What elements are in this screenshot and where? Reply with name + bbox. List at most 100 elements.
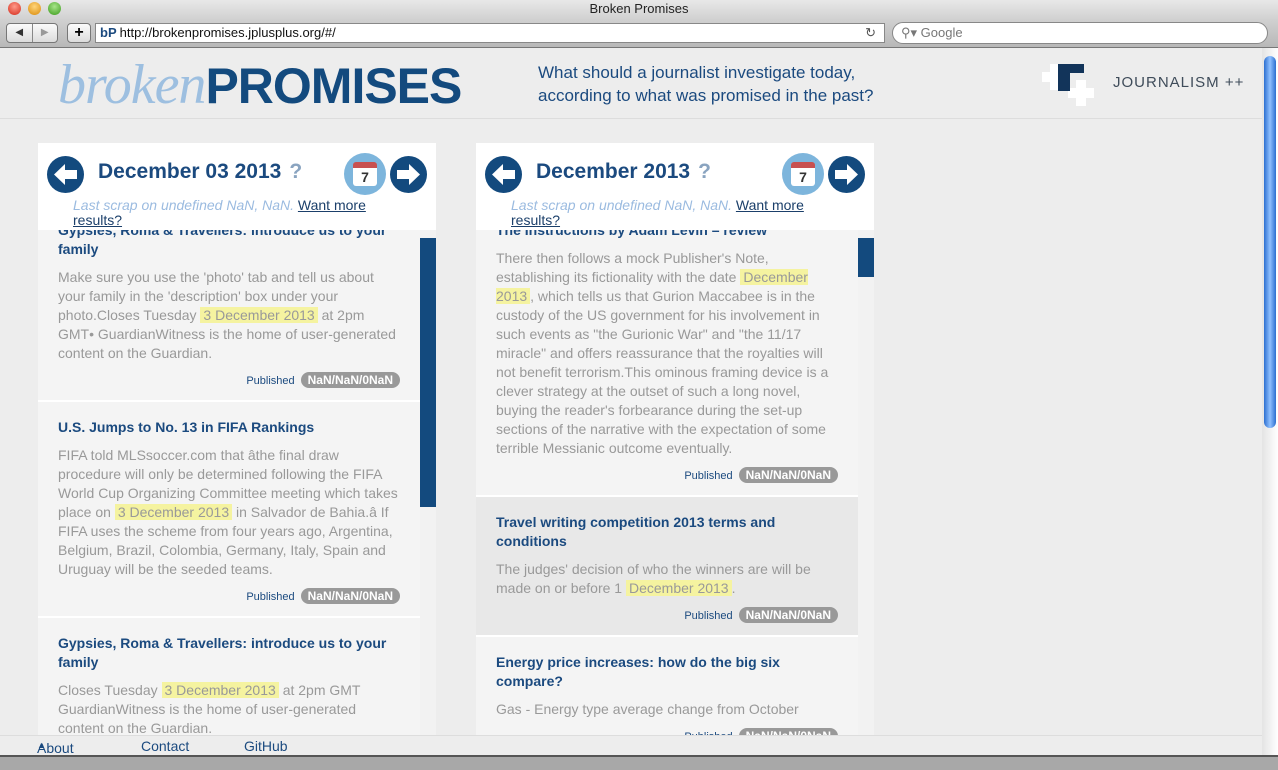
journalism-plus-plus-logo-icon[interactable] [1042, 64, 1094, 106]
published-label: Published [246, 591, 295, 603]
snippet-before: Gas - Energy type average change from Oc… [496, 701, 799, 717]
arrow-right-icon [397, 164, 420, 185]
site-logo[interactable]: brokenPROMISES [58, 54, 462, 116]
forward-button[interactable]: ▶ [31, 24, 58, 42]
search-input[interactable]: ⚲▾ Google [892, 22, 1268, 44]
result-snippet: There then follows a mock Publisher's No… [496, 249, 838, 458]
previous-day-button[interactable] [47, 156, 84, 193]
column-date-title: December 03 2013? [98, 160, 302, 184]
published-date-badge: NaN/NaN/0NaN [300, 372, 400, 388]
result-title[interactable]: Travel writing competition 2013 terms an… [496, 513, 838, 551]
next-day-button[interactable] [390, 156, 427, 193]
page-scrollbar[interactable] [1262, 48, 1278, 755]
results-list[interactable]: Gypsies, Roma & Travellers: introduce us… [38, 230, 420, 735]
result-title[interactable]: Gypsies, Roma & Travellers: introduce us… [58, 230, 400, 259]
published-label: Published [246, 375, 295, 387]
snippet-after: , which tells us that Gurion Maccabee is… [496, 288, 829, 456]
scrollbar-thumb[interactable] [858, 238, 874, 277]
result-item[interactable]: U.S. Jumps to No. 13 in FIFA Rankings FI… [38, 402, 420, 618]
column-header: December 2013? 7 Last scrap on undefined… [476, 143, 874, 230]
published-info: PublishedNaN/NaN/0NaN [496, 728, 838, 735]
snippet-before: There then follows a mock Publisher's No… [496, 250, 769, 285]
browser-toolbar: ◀ ▶ + bP http://brokenpromises.jplusplus.o… [0, 20, 1278, 48]
result-title[interactable]: Energy price increases: how do the big s… [496, 653, 838, 691]
calendar-button[interactable]: 7 [344, 153, 386, 195]
date-highlight: 3 December 2013 [114, 504, 233, 520]
arrow-left-icon [54, 164, 77, 185]
published-date-badge: NaN/NaN/0NaN [738, 728, 838, 735]
published-info: Published NaN/NaN/0NaN [496, 467, 838, 483]
result-snippet: FIFA told MLSsoccer.com that âthe final … [58, 446, 400, 579]
logo-bold: PROMISES [205, 58, 462, 114]
result-item[interactable]: Energy price increases: how do the big s… [476, 637, 858, 735]
add-bookmark-button[interactable]: + [67, 23, 91, 43]
result-snippet: The judges' decision of who the winners … [496, 560, 838, 598]
date-highlight: December 2013 [625, 580, 732, 596]
published-info: Published NaN/NaN/0NaN [496, 607, 838, 623]
list-scrollbar[interactable] [858, 230, 874, 735]
published-date-badge: NaN/NaN/0NaN [738, 467, 838, 483]
calendar-icon: 7 [353, 162, 377, 186]
last-scrap-info: Last scrap on undefined NaN, NaN. Want m… [73, 198, 403, 228]
zoom-window-button[interactable] [48, 2, 61, 15]
result-item[interactable]: Gypsies, Roma & Travellers: introduce us… [38, 230, 420, 402]
calendar-icon: 7 [791, 162, 815, 186]
browser-status-bar [0, 755, 1278, 770]
next-month-button[interactable] [828, 156, 865, 193]
published-label: Published [684, 470, 733, 482]
snippet-before: Closes Tuesday [58, 682, 158, 698]
last-scrap-info: Last scrap on undefined NaN, NaN. Want m… [511, 198, 841, 228]
partner-name[interactable]: JOURNALISM ++ [1113, 74, 1244, 91]
help-icon[interactable]: ? [289, 160, 302, 183]
result-item[interactable]: The Instructions by Adam Levin – review … [476, 230, 858, 497]
snippet-after: . [731, 580, 736, 596]
published-info: Published NaN/NaN/0NaN [58, 372, 400, 388]
result-item[interactable]: Travel writing competition 2013 terms an… [476, 497, 858, 637]
arrow-left-icon [492, 164, 515, 185]
tagline-line2: according to what was promised in the pa… [538, 86, 874, 105]
scrap-text: Last scrap on undefined NaN, NaN. [73, 197, 295, 213]
published-info: Published NaN/NaN/0NaN [58, 588, 400, 604]
logo-light: broken [58, 54, 206, 116]
scrollbar-thumb[interactable] [420, 238, 436, 507]
help-icon[interactable]: ? [698, 160, 711, 183]
date-highlight: 3 December 2013 [161, 682, 279, 698]
column-header: December 03 2013? 7 Last scrap on undefi… [38, 143, 436, 230]
window-titlebar: Broken Promises [0, 0, 1278, 20]
list-scrollbar[interactable] [420, 230, 436, 735]
result-title[interactable]: U.S. Jumps to No. 13 in FIFA Rankings [58, 418, 400, 437]
published-date-badge: NaN/NaN/0NaN [738, 607, 838, 623]
tagline: What should a journalist investigate tod… [538, 61, 873, 107]
contact-link[interactable]: Contact [141, 738, 189, 754]
date-title: December 2013 [536, 160, 691, 183]
url-text: http://brokenpromises.jplusplus.org/#/ [119, 25, 336, 40]
result-snippet: Make sure you use the 'photo' tab and te… [58, 268, 400, 363]
previous-month-button[interactable] [485, 156, 522, 193]
about-label: About [37, 740, 74, 756]
result-item[interactable]: Gypsies, Roma & Travellers: introduce us… [38, 618, 420, 735]
address-bar[interactable]: bP http://brokenpromises.jplusplus.org/#/… [95, 23, 885, 43]
published-label: Published [684, 610, 733, 622]
github-link[interactable]: GitHub [244, 738, 288, 754]
reload-icon[interactable]: ↻ [865, 24, 876, 42]
back-button[interactable]: ◀ [7, 24, 32, 42]
date-highlight: 3 December 2013 [200, 307, 318, 323]
calendar-button[interactable]: 7 [782, 153, 824, 195]
result-snippet: Gas - Energy type average change from Oc… [496, 700, 838, 719]
month-column: December 2013? 7 Last scrap on undefined… [476, 143, 874, 735]
search-placeholder: Google [920, 25, 963, 40]
minimize-window-button[interactable] [28, 2, 41, 15]
close-window-button[interactable] [8, 2, 21, 15]
site-footer: ▲ About Contact GitHub [0, 735, 1262, 756]
result-title[interactable]: Gypsies, Roma & Travellers: introduce us… [58, 634, 400, 672]
scrap-text: Last scrap on undefined NaN, NaN. [511, 197, 733, 213]
favicon: bP [100, 25, 117, 40]
published-date-badge: NaN/NaN/0NaN [300, 588, 400, 604]
day-column: December 03 2013? 7 Last scrap on undefi… [38, 143, 436, 735]
arrow-right-icon [835, 164, 858, 185]
page-scrollbar-thumb[interactable] [1264, 56, 1276, 428]
result-title[interactable]: The Instructions by Adam Levin – review [496, 230, 838, 240]
site-header: brokenPROMISES What should a journalist … [0, 48, 1262, 119]
results-list[interactable]: The Instructions by Adam Levin – review … [476, 230, 858, 735]
column-date-title: December 2013? [536, 160, 711, 184]
